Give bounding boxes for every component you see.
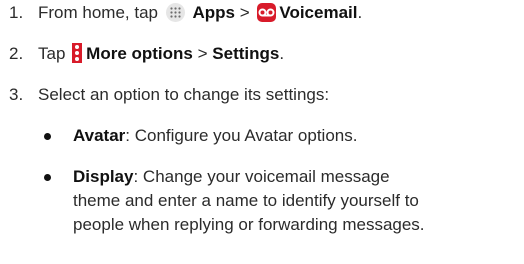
- option-desc: : Configure you Avatar options.: [125, 126, 358, 145]
- step-number: 1.: [9, 3, 24, 22]
- option-desc-line: theme and enter a name to identify yours…: [73, 191, 419, 210]
- apps-label: Apps: [192, 3, 235, 22]
- step-number: 3.: [9, 85, 24, 104]
- more-options-label: More options: [86, 44, 193, 63]
- bullet: [44, 133, 51, 140]
- option-name: Avatar: [73, 126, 126, 145]
- step-text: Tap More options > Settings.: [38, 43, 285, 63]
- separator: >: [197, 44, 208, 63]
- option-desc: : Change your voicemail message: [133, 167, 390, 186]
- step-text: From home, tap Apps > Voicemail.: [38, 3, 363, 22]
- step-text: Select an option to change its settings:: [38, 85, 330, 104]
- option-text: Display: Change your voicemail message: [73, 166, 390, 188]
- separator: >: [239, 3, 250, 22]
- step-prefix: From home, tap: [38, 3, 158, 22]
- voicemail-label: Voicemail: [279, 3, 358, 22]
- voicemail-icon: [257, 3, 277, 22]
- option-desc-line: people when replying or forwarding messa…: [73, 215, 425, 234]
- option-text: Avatar: Configure you Avatar options.: [73, 125, 357, 147]
- step-number: 2.: [9, 44, 24, 63]
- more-options-icon: [72, 43, 83, 63]
- step-prefix: Tap: [38, 44, 66, 63]
- settings-label: Settings: [212, 44, 280, 63]
- bullet: [44, 174, 51, 181]
- option-name: Display: [73, 167, 134, 186]
- apps-grid-icon: [165, 3, 185, 22]
